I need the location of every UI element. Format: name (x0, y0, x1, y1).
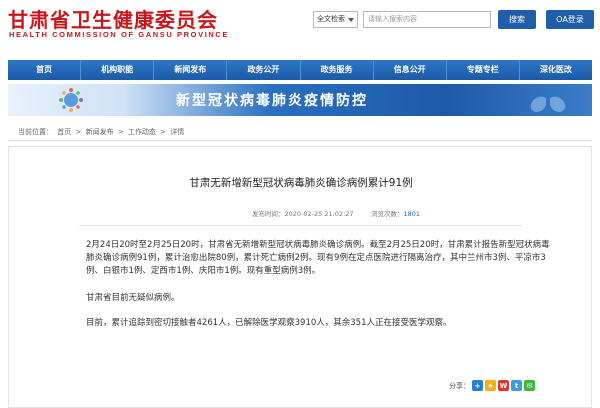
nav-item-home[interactable]: 首页 (8, 60, 82, 80)
article-container: 甘肃无新增新型冠状病毒肺炎确诊病例累计91例 发布时间：2020-02-25 2… (8, 146, 592, 408)
breadcrumb-work-updates[interactable]: 工作动态 (128, 128, 156, 136)
publish-date-value: 2020-02-25 21:02:27 (284, 210, 354, 218)
search-scope-value: 全文检索 (317, 15, 345, 23)
nav-item-organization[interactable]: 机构职能 (81, 60, 155, 80)
breadcrumb-news[interactable]: 新闻发布 (86, 128, 114, 136)
nav-item-services[interactable]: 政务服务 (301, 60, 374, 80)
nav-item-government-affairs[interactable]: 政务公开 (227, 60, 301, 80)
publish-date-label: 发布时间： (252, 210, 285, 218)
site-title[interactable]: 甘肃省卫生健康委员会 (8, 4, 218, 33)
chevron-down-icon (348, 18, 354, 22)
breadcrumb-separator: > (117, 128, 124, 136)
search-scope-select[interactable]: 全文检索 (313, 11, 358, 28)
weibo-share-icon[interactable]: W (498, 380, 509, 391)
lungs-icon (530, 88, 566, 112)
site-subtitle: HEALTH COMMISSION OF GANSU PROVINCE (9, 30, 230, 39)
article-paragraph: 2月24日20时至2月25日20时，甘肃省无新增新型冠状病毒肺炎确诊病例。截至2… (86, 240, 550, 276)
breadcrumb-label: 当前位置： (18, 128, 53, 136)
wechat-share-icon[interactable]: ✉ (524, 380, 535, 391)
breadcrumb-divider (8, 140, 592, 141)
share-label: 分享： (449, 381, 470, 390)
nav-item-special-topics[interactable]: 专题专栏 (447, 60, 520, 80)
meta-divider (79, 225, 523, 226)
article-paragraph: 目前，累计追踪到密切接触者4261人，已解除医学观察3910人，其余351人正在… (86, 318, 452, 328)
breadcrumb: 当前位置： 首页 > 新闻发布 > 工作动态 > 详情 (18, 127, 186, 137)
share-bar: 分享： + ★ W t ✉ (449, 380, 535, 391)
nav-item-medical-reform[interactable]: 深化医改 (520, 60, 592, 80)
publish-date: 发布时间：2020-02-25 21:02:27 (252, 208, 354, 218)
breadcrumb-separator: > (75, 128, 82, 136)
view-count: 浏览次数：1801 (371, 208, 420, 218)
search-input[interactable]: 请输入搜索内容 (363, 11, 491, 28)
virus-icon (59, 88, 83, 112)
article-title: 甘肃无新增新型冠状病毒肺炎确诊病例累计91例 (189, 177, 413, 189)
main-nav: 首页 机构职能 新闻发布 政务公开 政务服务 信息公开 专题专栏 深化医改 (8, 60, 592, 80)
nav-item-news[interactable]: 新闻发布 (154, 60, 228, 80)
oa-login-button[interactable]: OA登录 (546, 10, 594, 29)
view-count-value: 1801 (403, 210, 421, 218)
covid-banner[interactable]: 新型冠状病毒肺炎疫情防控 (8, 84, 592, 116)
breadcrumb-home[interactable]: 首页 (57, 128, 71, 136)
share-plus-icon[interactable]: + (472, 380, 483, 391)
nav-item-info-disclosure[interactable]: 信息公开 (374, 60, 447, 80)
search-button[interactable]: 搜索 (498, 10, 536, 29)
article-paragraph: 甘肃省目前无疑似病例。 (86, 293, 180, 303)
qzone-share-icon[interactable]: ★ (485, 380, 496, 391)
view-count-label: 浏览次数： (371, 210, 404, 218)
breadcrumb-separator: > (160, 128, 167, 136)
tencent-weibo-share-icon[interactable]: t (511, 380, 522, 391)
banner-title: 新型冠状病毒肺炎疫情防控 (176, 93, 368, 109)
breadcrumb-details: 详情 (170, 128, 185, 136)
site-header: 甘肃省卫生健康委员会 HEALTH COMMISSION OF GANSU PR… (0, 0, 600, 55)
